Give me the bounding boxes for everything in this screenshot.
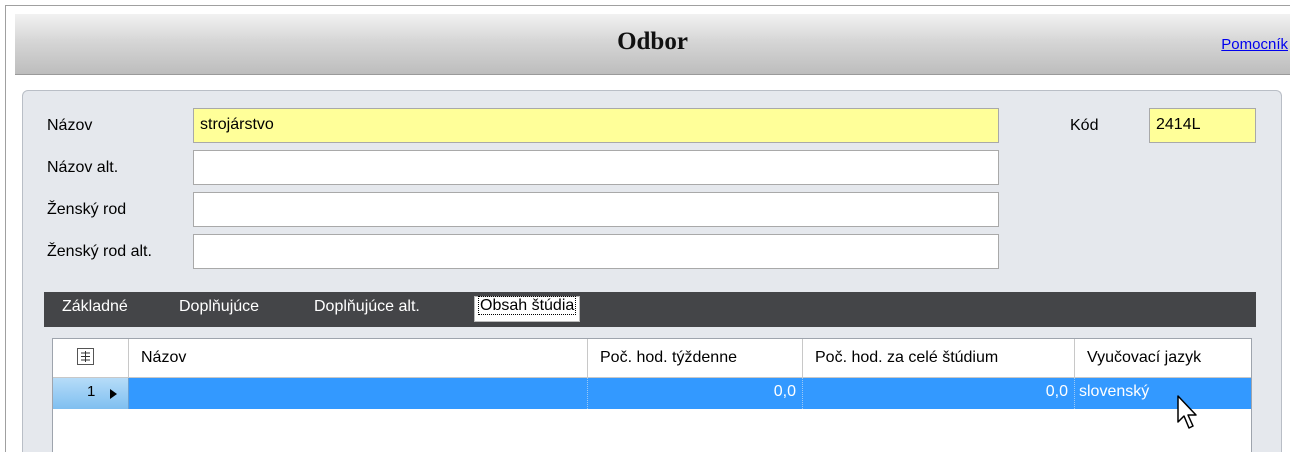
kod-label: Kód — [1070, 117, 1099, 134]
nazov-field[interactable]: strojárstvo — [193, 108, 999, 143]
tab-doplnujuce[interactable]: Doplňujúce — [179, 298, 259, 316]
cell-tyzdenne[interactable]: 0,0 — [588, 378, 803, 409]
zensky-rod-alt-label: Ženský rod alt. — [47, 243, 152, 260]
help-link[interactable]: Pomocník — [1221, 36, 1288, 53]
nazov-label: Názov — [47, 117, 93, 134]
tab-doplnujuce-alt[interactable]: Doplňujúce alt. — [314, 298, 420, 316]
tab-obsah-studia[interactable]: Obsah štúdia — [474, 296, 581, 322]
row-number: 1 — [87, 383, 96, 400]
column-chooser-icon[interactable] — [77, 348, 94, 365]
cell-nazov[interactable] — [129, 378, 588, 409]
tab-zakladne[interactable]: Základné — [62, 298, 128, 316]
mouse-cursor-icon — [1177, 395, 1197, 429]
row-pointer-icon — [110, 389, 117, 399]
column-header-nazov[interactable]: Názov — [129, 339, 588, 378]
row-header[interactable]: 1 — [53, 378, 129, 409]
page-title: Odbor — [617, 28, 688, 55]
kod-field[interactable]: 2414L — [1149, 108, 1256, 143]
tab-bar: Základné Doplňujúce Doplňujúce alt. Obsa… — [44, 292, 1256, 327]
zensky-rod-label: Ženský rod — [47, 201, 127, 218]
zensky-rod-alt-field[interactable] — [193, 234, 999, 269]
column-header-cele-studium[interactable]: Poč. hod. za celé štúdium — [803, 339, 1075, 378]
title-bar: Odbor Pomocník — [15, 14, 1290, 75]
grid-corner[interactable] — [53, 339, 129, 378]
cell-jazyk[interactable]: slovenský — [1075, 378, 1251, 409]
zensky-rod-field[interactable] — [193, 192, 999, 227]
column-header-tyzdenne[interactable]: Poč. hod. týždenne — [588, 339, 803, 378]
nazov-alt-field[interactable] — [193, 150, 999, 185]
table-row[interactable]: 0,0 0,0 slovenský — [53, 378, 1251, 409]
tab-obsah-studia-label: Obsah štúdia — [477, 296, 577, 315]
study-content-grid: Názov Poč. hod. týždenne Poč. hod. za ce… — [52, 338, 1252, 452]
cell-cele-studium[interactable]: 0,0 — [803, 378, 1075, 409]
nazov-alt-label: Názov alt. — [47, 159, 119, 176]
column-header-jazyk[interactable]: Vyučovací jazyk — [1075, 339, 1251, 378]
